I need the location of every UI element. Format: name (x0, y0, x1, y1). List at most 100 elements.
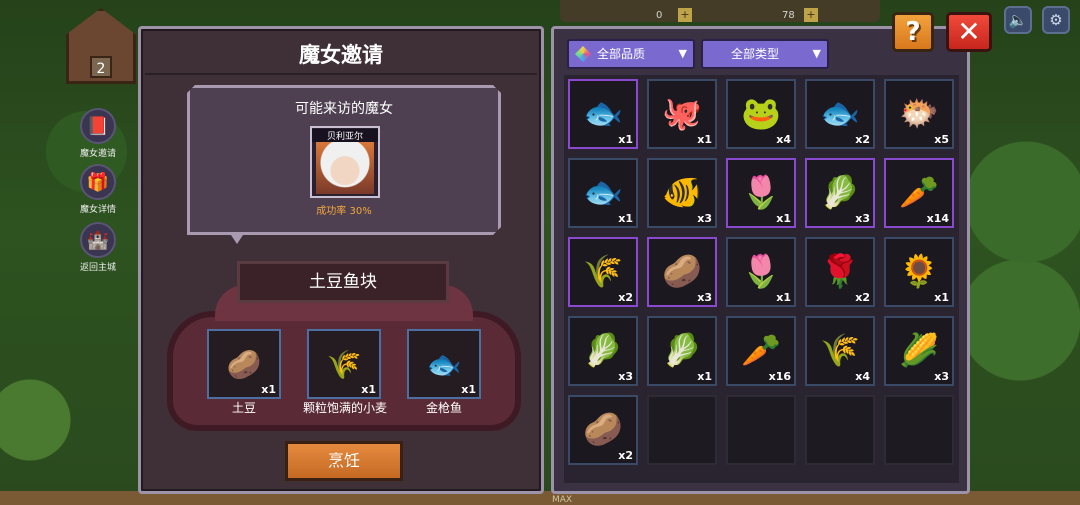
sidebar-item-label: 魔女详情 (79, 205, 116, 215)
red-flower-icon: 🌹 (820, 252, 860, 290)
goldfish-icon: 🐠 (662, 173, 702, 211)
quality-filter-dropdown[interactable]: 全部品质 ▼ (567, 39, 695, 69)
witch-card[interactable]: 贝利亚尔 (310, 126, 380, 198)
witch-details-icon: 🎁 (80, 164, 116, 200)
cook-button[interactable]: 烹饪 (285, 441, 403, 481)
sunflower-icon: 🌻 (899, 252, 939, 290)
carrot-icon: 🥕 (741, 331, 781, 369)
tuna-icon: 🐟 (426, 347, 462, 381)
ingredient-slot[interactable]: 🥔 x1 (207, 329, 281, 399)
dish-name: 土豆鱼块 (237, 261, 449, 303)
octopus-icon: 🐙 (662, 94, 702, 132)
item-qty: x14 (926, 212, 949, 225)
item-qty: x1 (618, 212, 633, 225)
add-resource-2-button[interactable]: + (804, 8, 818, 22)
item-qty: x1 (697, 370, 712, 383)
close-button[interactable]: ✕ (946, 12, 992, 52)
gear-icon[interactable]: ⚙ (1042, 6, 1070, 34)
ingredient-slot[interactable]: 🌾 x1 (307, 329, 381, 399)
witch-name: 贝利亚尔 (312, 129, 378, 142)
heart-book-icon: 📕 (80, 108, 116, 144)
item-qty: x2 (855, 291, 870, 304)
inventory-slot[interactable]: 🐡 x5 (884, 79, 954, 149)
item-qty: x2 (618, 449, 633, 462)
item-qty: x1 (934, 291, 949, 304)
sidebar-item-witch-invite[interactable]: 📕 魔女邀请 (78, 108, 118, 159)
inventory-slot[interactable]: 🥕 x14 (884, 158, 954, 228)
panel-title: 魔女邀请 (299, 43, 383, 67)
wheat-icon: 🌾 (583, 252, 623, 290)
type-filter-dropdown[interactable]: 全部类型 ▼ (701, 39, 829, 69)
item-qty: x1 (618, 133, 633, 146)
lettuce-icon: 🥬 (820, 173, 860, 211)
blue-flower-icon: 🌷 (741, 173, 781, 211)
inventory-panel: 全部品质 ▼ 全部类型 ▼ 🐟 x1 🐙 x1 🐸 x4 🐟 x2 🐡 x5 🐟 x1 🐠 x3 🌷 x1 🥬 x… (551, 26, 970, 494)
sidebar-item-label: 魔女邀请 (79, 149, 116, 159)
item-qty: x2 (618, 291, 633, 304)
item-qty: x3 (855, 212, 870, 225)
help-button[interactable]: ? (892, 12, 934, 52)
frog-icon: 🐸 (741, 94, 781, 132)
item-qty: x3 (934, 370, 949, 383)
inventory-slot[interactable]: 🌷 x1 (726, 158, 796, 228)
ingredient-qty: x1 (461, 383, 476, 396)
item-qty: x2 (855, 133, 870, 146)
inventory-slot[interactable]: 🌾 x4 (805, 316, 875, 386)
empty-inventory-slot[interactable] (647, 395, 717, 465)
inventory-slot[interactable]: 🥬 x3 (568, 316, 638, 386)
item-qty: x3 (697, 291, 712, 304)
inventory-slot[interactable]: 🐟 x2 (805, 79, 875, 149)
resource-bar: 0 + 78 + (560, 0, 880, 22)
resource-2-count: 78 (782, 10, 795, 21)
success-rate: 成功率 30% (316, 206, 372, 217)
ingredient-qty: x1 (261, 383, 276, 396)
inventory-slot[interactable]: 🐙 x1 (647, 79, 717, 149)
chevron-down-icon: ▼ (678, 47, 687, 60)
rainbow-gem-icon (575, 46, 591, 62)
blue-fish-icon: 🐟 (583, 94, 623, 132)
quality-filter-label: 全部品质 (597, 47, 646, 61)
potato-icon: 🥔 (583, 410, 623, 448)
inventory-slot[interactable]: 🥬 x1 (647, 316, 717, 386)
speaker-icon[interactable]: 🔈 (1004, 6, 1032, 34)
wheat-icon: 🌾 (326, 347, 362, 381)
sidebar-item-return-castle[interactable]: 🏰 返回主城 (78, 222, 118, 273)
empty-inventory-slot[interactable] (726, 395, 796, 465)
inventory-slot[interactable]: 🌹 x2 (805, 237, 875, 307)
sidebar-item-label: 返回主城 (79, 263, 116, 273)
title-divider (145, 73, 537, 75)
ingredient-name: 土豆 (231, 401, 256, 415)
pufferfish-icon: 🐡 (899, 94, 939, 132)
ingredient-slot[interactable]: 🐟 x1 (407, 329, 481, 399)
inventory-slot[interactable]: 🥔 x2 (568, 395, 638, 465)
inventory-slot[interactable]: 🥕 x16 (726, 316, 796, 386)
ingredient-name: 颗粒饱满的小麦 (302, 401, 387, 415)
inventory-slot[interactable]: 🥔 x3 (647, 237, 717, 307)
type-filter-label: 全部类型 (731, 47, 780, 61)
inventory-slot[interactable]: 🌷 x1 (726, 237, 796, 307)
corn-icon: 🌽 (899, 331, 939, 369)
empty-inventory-slot[interactable] (884, 395, 954, 465)
item-qty: x3 (697, 212, 712, 225)
ingredient-name: 金枪鱼 (425, 401, 462, 415)
inventory-slot[interactable]: 🥬 x3 (805, 158, 875, 228)
inventory-slot[interactable]: 🌻 x1 (884, 237, 954, 307)
empty-inventory-slot[interactable] (805, 395, 875, 465)
resource-1-count: 0 (656, 10, 663, 21)
inventory-slot[interactable]: 🐟 x1 (568, 158, 638, 228)
bubble-title: 可能来访的魔女 (295, 101, 393, 117)
inventory-slot[interactable]: 🐟 x1 (568, 79, 638, 149)
item-qty: x1 (776, 291, 791, 304)
tuna-icon: 🐟 (820, 94, 860, 132)
witch-portrait (316, 142, 374, 194)
item-qty: x4 (776, 133, 791, 146)
inventory-slot[interactable]: 🐠 x3 (647, 158, 717, 228)
visitor-bubble: 可能来访的魔女 贝利亚尔 成功率 30% (187, 85, 501, 235)
add-resource-1-button[interactable]: + (678, 8, 692, 22)
inventory-slot[interactable]: 🌽 x3 (884, 316, 954, 386)
bubble-tail (229, 232, 245, 244)
item-qty: x5 (934, 133, 949, 146)
sidebar-item-witch-details[interactable]: 🎁 魔女详情 (78, 164, 118, 215)
inventory-slot[interactable]: 🐸 x4 (726, 79, 796, 149)
inventory-slot[interactable]: 🌾 x2 (568, 237, 638, 307)
